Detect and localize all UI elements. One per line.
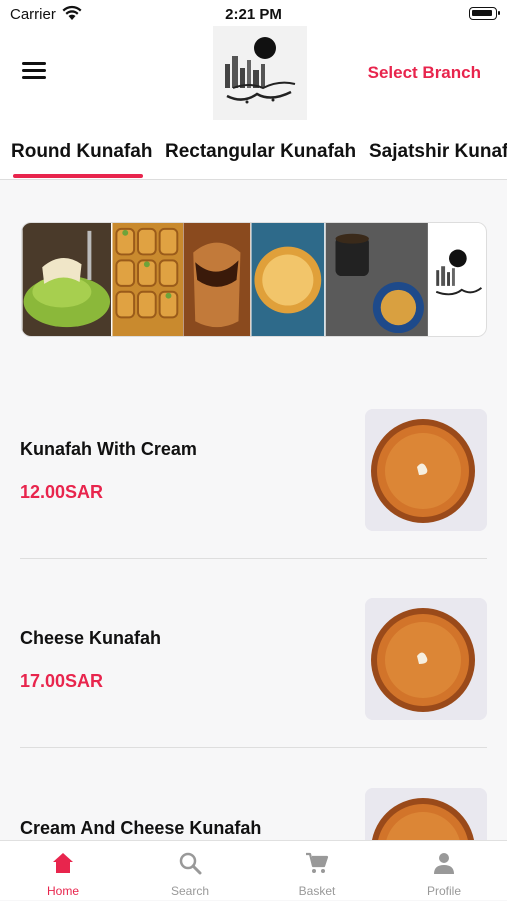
kunafah-image bbox=[365, 788, 487, 840]
nav-basket-label: Basket bbox=[298, 884, 336, 898]
kunafah-image bbox=[365, 598, 487, 720]
product-price: 17.00SAR bbox=[20, 671, 104, 691]
battery-icon bbox=[469, 7, 500, 20]
banner-round-kunafah-image bbox=[251, 223, 325, 336]
select-branch-button[interactable]: Select Branch bbox=[368, 63, 481, 83]
nav-profile[interactable]: Profile bbox=[381, 841, 507, 901]
nav-home[interactable]: Home bbox=[0, 841, 126, 901]
tab-round-kunafah[interactable]: Round Kunafah bbox=[11, 141, 152, 163]
kunafah-image bbox=[365, 409, 487, 531]
banner-logo-image bbox=[428, 223, 486, 336]
product-name: Cheese Kunafah bbox=[20, 628, 162, 648]
banner-baklava-image bbox=[112, 223, 183, 336]
product-name: Cream And Cheese Kunafah bbox=[20, 818, 262, 838]
nav-basket[interactable]: Basket bbox=[254, 841, 380, 901]
bottom-navigation: Home Search Basket Profile bbox=[0, 840, 507, 900]
divider bbox=[20, 747, 487, 748]
product-card[interactable]: Cream And Cheese Kunafah bbox=[20, 788, 487, 840]
product-card[interactable]: Kunafah With Cream 12.00SAR bbox=[20, 409, 487, 533]
product-price: 12.00SAR bbox=[20, 482, 104, 502]
promo-banner[interactable] bbox=[21, 222, 487, 337]
divider bbox=[20, 558, 487, 559]
hamburger-menu-icon[interactable] bbox=[22, 62, 46, 82]
basket-icon bbox=[306, 852, 329, 873]
product-card[interactable]: Cheese Kunafah 17.00SAR bbox=[20, 598, 487, 722]
app-header: Select Branch bbox=[0, 26, 507, 120]
nav-search-label: Search bbox=[170, 884, 210, 898]
search-icon bbox=[179, 852, 202, 875]
tab-rectangular-kunafah[interactable]: Rectangular Kunafah bbox=[165, 141, 356, 163]
home-icon bbox=[53, 853, 73, 873]
status-time: 2:21 PM bbox=[225, 6, 282, 23]
banner-chocolate-dessert-image bbox=[183, 223, 251, 336]
status-bar: Carrier 2:21 PM bbox=[0, 0, 507, 28]
nav-home-label: Home bbox=[46, 884, 79, 898]
brand-logo bbox=[213, 26, 307, 120]
profile-icon bbox=[434, 853, 454, 874]
banner-pistachio-kunafah-image bbox=[22, 223, 112, 336]
active-tab-indicator bbox=[13, 174, 143, 178]
category-tabs: Round Kunafah Rectangular Kunafah Sajats… bbox=[0, 120, 507, 180]
product-name: Kunafah With Cream bbox=[20, 439, 197, 459]
tab-sajatshir-kunafah[interactable]: Sajatshir Kunafah bbox=[369, 141, 507, 163]
nav-search[interactable]: Search bbox=[127, 841, 253, 901]
nav-profile-label: Profile bbox=[426, 884, 461, 898]
banner-tea-and-sweets-image bbox=[325, 223, 428, 336]
